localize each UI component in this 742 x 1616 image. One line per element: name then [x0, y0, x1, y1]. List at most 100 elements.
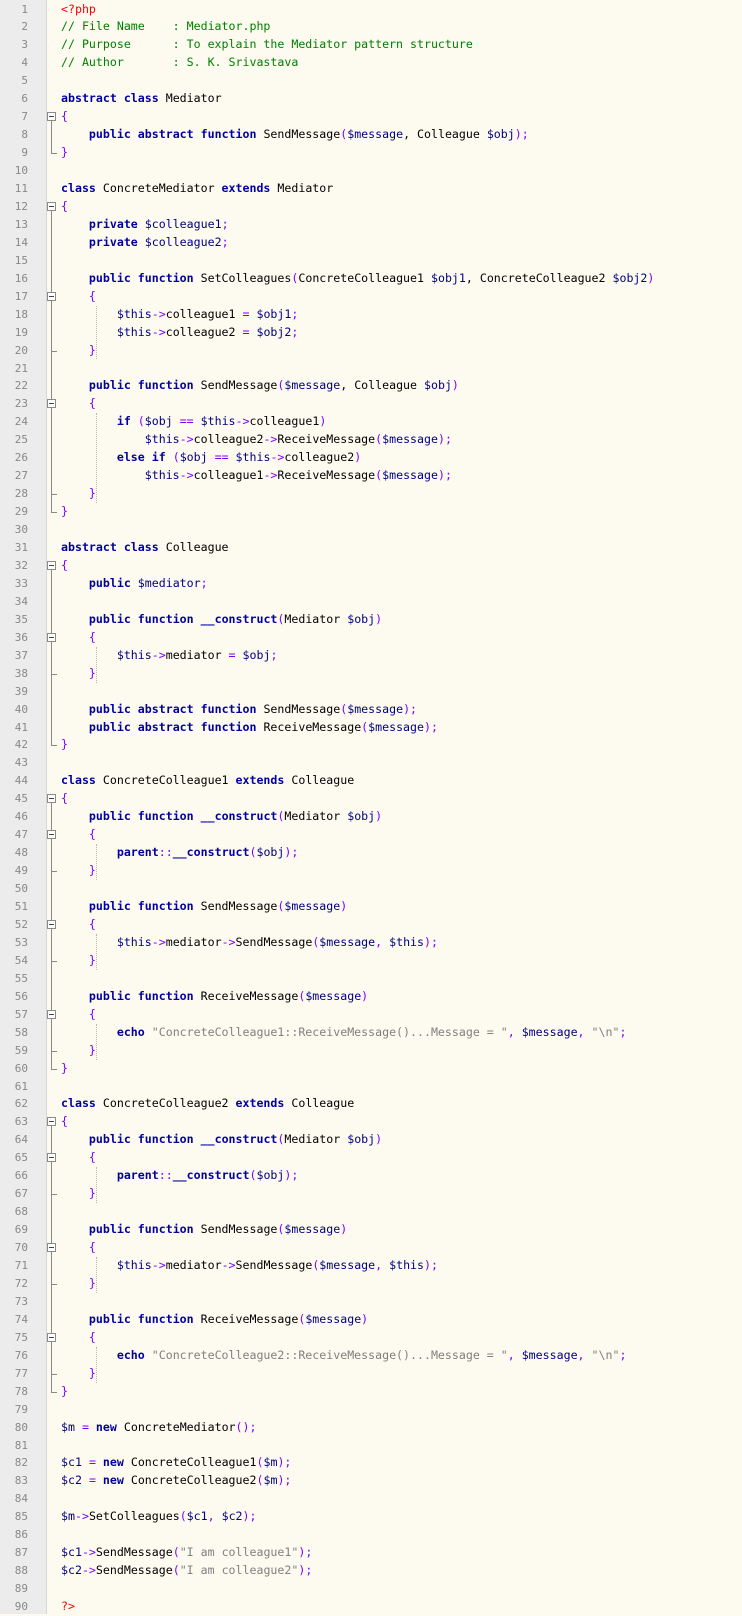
code-line[interactable]: 34	[0, 593, 742, 611]
code-text[interactable]: $c1->SendMessage("I am colleague1");	[61, 1544, 312, 1562]
code-text[interactable]: echo "ConcreteColleague2::ReceiveMessage…	[61, 1347, 627, 1365]
code-text[interactable]: }	[61, 1060, 68, 1078]
code-text[interactable]: }	[61, 862, 96, 880]
code-line[interactable]: 29}	[0, 503, 742, 521]
code-line[interactable]: 30	[0, 521, 742, 539]
code-text[interactable]: if ($obj == $this->colleague1)	[61, 413, 326, 431]
code-line[interactable]: 14 private $colleague2;	[0, 234, 742, 252]
code-line[interactable]: 33 public $mediator;	[0, 575, 742, 593]
fold-toggle-icon[interactable]	[47, 919, 56, 929]
fold-toggle-icon[interactable]	[47, 1153, 56, 1163]
code-text[interactable]: public function SendMessage($message)	[61, 898, 347, 916]
code-line[interactable]: 31 abstract class Colleague	[0, 539, 742, 557]
code-line[interactable]: 80 $m = new ConcreteMediator();	[0, 1419, 742, 1437]
code-editor[interactable]: 1 <?php 2 // File Name : Mediator.php 3 // Pu…	[0, 0, 742, 1614]
code-line[interactable]: 10	[0, 162, 742, 180]
code-text[interactable]: }	[61, 1042, 96, 1060]
code-text[interactable]: // File Name : Mediator.php	[61, 18, 270, 36]
code-text[interactable]: public abstract function SendMessage($me…	[61, 701, 417, 719]
code-line[interactable]: 37 $this->mediator = $obj;	[0, 647, 742, 665]
fold-toggle-icon[interactable]	[47, 560, 56, 570]
code-line[interactable]: 21	[0, 360, 742, 378]
code-line[interactable]: 56 public function ReceiveMessage($messa…	[0, 988, 742, 1006]
code-text[interactable]: $this->mediator = $obj;	[61, 647, 278, 665]
code-line[interactable]: 65 {	[0, 1149, 742, 1167]
code-line[interactable]: 53 $this->mediator->SendMessage($message…	[0, 934, 742, 952]
code-line[interactable]: 43	[0, 754, 742, 772]
code-text[interactable]: }	[61, 503, 68, 521]
code-line[interactable]: 12 {	[0, 198, 742, 216]
code-text[interactable]: {	[61, 1113, 68, 1131]
fold-toggle-icon[interactable]	[47, 291, 56, 301]
code-text[interactable]: }	[61, 485, 96, 503]
code-text[interactable]: $c2 = new ConcreteColleague2($m);	[61, 1472, 291, 1490]
code-line[interactable]: 50	[0, 880, 742, 898]
code-text[interactable]: {	[61, 1329, 96, 1347]
code-text[interactable]: // Author : S. K. Srivastava	[61, 54, 298, 72]
code-text[interactable]: $this->colleague2->ReceiveMessage($messa…	[61, 431, 452, 449]
code-line[interactable]: 63 {	[0, 1113, 742, 1131]
code-line[interactable]: 17 {	[0, 288, 742, 306]
code-text[interactable]: {	[61, 629, 96, 647]
code-line[interactable]: 38 }	[0, 665, 742, 683]
code-line[interactable]: 39	[0, 683, 742, 701]
code-line[interactable]: 7{	[0, 108, 742, 126]
code-line[interactable]: 58 echo "ConcreteColleague1::ReceiveMess…	[0, 1024, 742, 1042]
code-text[interactable]: private $colleague1;	[61, 216, 229, 234]
fold-toggle-icon[interactable]	[47, 794, 56, 804]
code-line[interactable]: 82 $c1 = new ConcreteColleague1($m);	[0, 1454, 742, 1472]
code-text[interactable]: {	[61, 198, 68, 216]
code-line[interactable]: 64 public function __construct(Mediator …	[0, 1131, 742, 1149]
code-line[interactable]: 3 // Purpose : To explain the Mediator pa…	[0, 36, 742, 54]
code-line[interactable]: 68	[0, 1203, 742, 1221]
code-text[interactable]: public function __construct(Mediator $ob…	[61, 611, 382, 629]
code-text[interactable]: {	[61, 916, 96, 934]
code-line[interactable]: 9}	[0, 144, 742, 162]
code-line[interactable]: 45 {	[0, 790, 742, 808]
code-text[interactable]: class ConcreteColleague2 extends Colleag…	[61, 1095, 354, 1113]
code-text[interactable]: public abstract function SendMessage($me…	[61, 126, 529, 144]
code-line[interactable]: 26 else if ($obj == $this->colleague2)	[0, 449, 742, 467]
code-line[interactable]: 1 <?php	[0, 1, 742, 19]
code-text[interactable]: }	[61, 1185, 96, 1203]
code-text[interactable]: public $mediator;	[61, 575, 208, 593]
code-text[interactable]: public function SendMessage($message, Co…	[61, 377, 459, 395]
code-line[interactable]: 87 $c1->SendMessage("I am colleague1");	[0, 1544, 742, 1562]
code-line[interactable]: 86	[0, 1526, 742, 1544]
code-line[interactable]: 81	[0, 1437, 742, 1455]
code-text[interactable]: }	[61, 1275, 96, 1293]
code-text[interactable]: class ConcreteMediator extends Mediator	[61, 180, 333, 198]
code-text[interactable]: {	[61, 1239, 96, 1257]
code-line[interactable]: 8 public abstract function SendMessage($…	[0, 126, 742, 144]
code-line[interactable]: 75 {	[0, 1329, 742, 1347]
code-text[interactable]: private $colleague2;	[61, 234, 229, 252]
code-text[interactable]: }	[61, 342, 96, 360]
fold-toggle-icon[interactable]	[47, 1117, 56, 1127]
code-text[interactable]: $m->SetColleagues($c1, $c2);	[61, 1508, 257, 1526]
code-text[interactable]: $m = new ConcreteMediator();	[61, 1419, 257, 1437]
code-text[interactable]: public function __construct(Mediator $ob…	[61, 808, 382, 826]
code-line[interactable]: 85 $m->SetColleagues($c1, $c2);	[0, 1508, 742, 1526]
code-line[interactable]: 11 class ConcreteMediator extends Mediato…	[0, 180, 742, 198]
code-line[interactable]: 35 public function __construct(Mediator …	[0, 611, 742, 629]
code-line[interactable]: 77 }	[0, 1365, 742, 1383]
fold-toggle-icon[interactable]	[47, 1332, 56, 1342]
code-text[interactable]: else if ($obj == $this->colleague2)	[61, 449, 361, 467]
code-text[interactable]: {	[61, 395, 96, 413]
code-text[interactable]: $c1 = new ConcreteColleague1($m);	[61, 1454, 291, 1472]
code-text[interactable]: {	[61, 288, 96, 306]
code-line[interactable]: 69 public function SendMessage($message)	[0, 1221, 742, 1239]
code-text[interactable]: echo "ConcreteColleague1::ReceiveMessage…	[61, 1024, 627, 1042]
code-line[interactable]: 49 }	[0, 862, 742, 880]
code-text[interactable]: $this->colleague1->ReceiveMessage($messa…	[61, 467, 452, 485]
code-text[interactable]: {	[61, 1149, 96, 1167]
code-line[interactable]: 6 abstract class Mediator	[0, 90, 742, 108]
code-line[interactable]: 4 // Author : S. K. Srivastava	[0, 54, 742, 72]
code-text[interactable]: $this->mediator->SendMessage($message, $…	[61, 934, 438, 952]
code-text[interactable]: ?>	[61, 1598, 75, 1616]
code-text[interactable]: public function __construct(Mediator $ob…	[61, 1131, 382, 1149]
code-line[interactable]: 88 $c2->SendMessage("I am colleague2");	[0, 1562, 742, 1580]
code-text[interactable]: {	[61, 826, 96, 844]
code-line[interactable]: 22 public function SendMessage($message,…	[0, 377, 742, 395]
code-line[interactable]: 72 }	[0, 1275, 742, 1293]
